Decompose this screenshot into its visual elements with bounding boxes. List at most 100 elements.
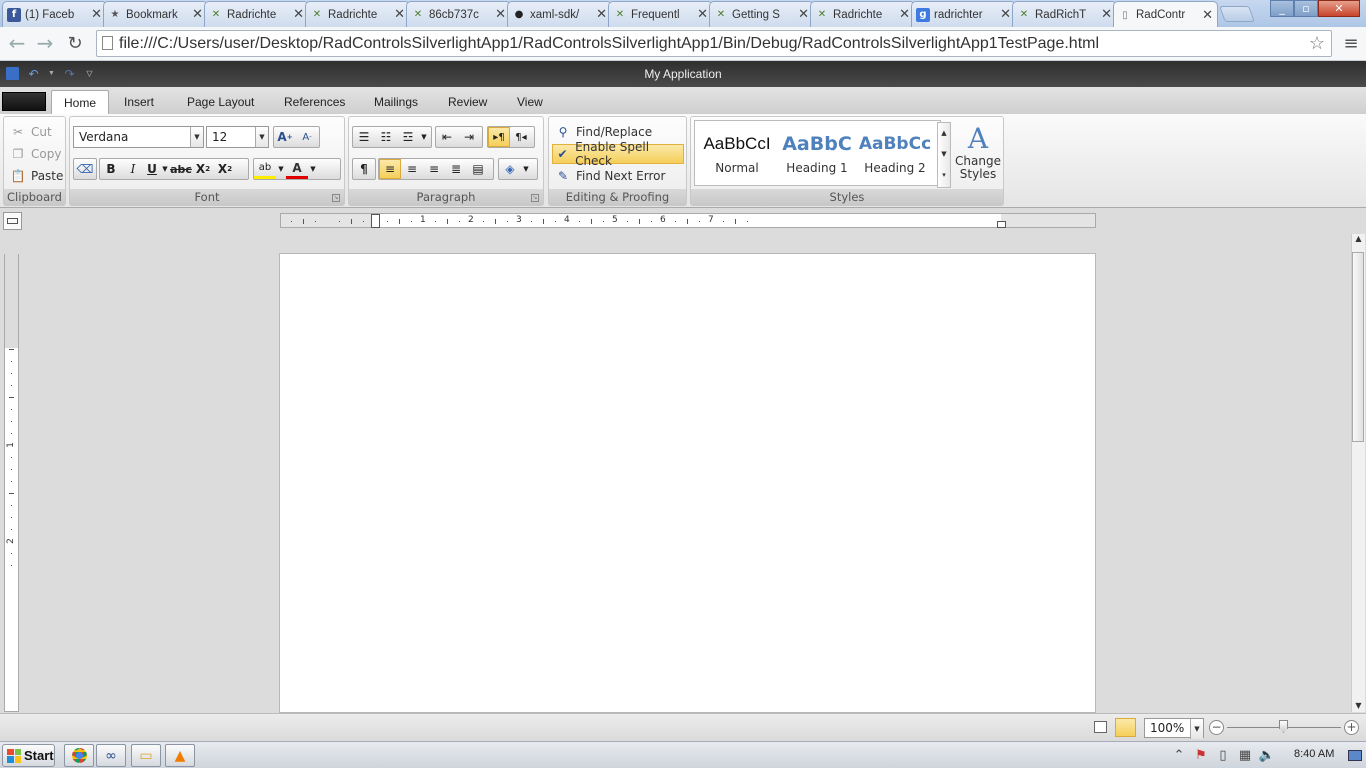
left-to-right-icon[interactable]: ▸¶ — [488, 127, 510, 147]
styles-scroll[interactable]: ▲ ▼ ▾ — [937, 122, 951, 188]
reload-icon[interactable]: ↻ — [64, 32, 86, 54]
folder-icon[interactable]: ▭ — [131, 744, 161, 767]
pilcrow-icon[interactable]: ¶ — [353, 159, 375, 179]
tab-home[interactable]: Home — [51, 90, 110, 114]
forward-icon[interactable]: → — [34, 31, 56, 55]
close-tab-icon[interactable]: ✕ — [192, 7, 203, 22]
web-layout-icon[interactable] — [1094, 721, 1107, 733]
minimize-button[interactable]: _ — [1270, 0, 1294, 17]
device-icon[interactable]: ▯ — [1212, 748, 1234, 763]
list-dropdown-icon[interactable]: ▼ — [419, 127, 429, 147]
numbering-icon[interactable]: ☷ — [375, 127, 397, 147]
new-tab-button[interactable] — [1219, 6, 1255, 22]
bold-icon[interactable]: B — [100, 159, 122, 179]
font-color-dropdown-icon[interactable]: ▼ — [308, 159, 318, 179]
browser-tab[interactable]: ▯ RadContr ✕ — [1113, 1, 1218, 28]
zoom-combo[interactable]: 100% ▼ — [1144, 718, 1204, 739]
style-heading-2[interactable]: AaBbCc Heading 2 — [855, 129, 935, 187]
customize-toolbar-icon[interactable]: ▽ — [82, 66, 97, 81]
show-hidden-icons-icon[interactable]: ⌃ — [1168, 748, 1190, 763]
close-tab-icon[interactable]: ✕ — [91, 7, 102, 22]
increase-indent-icon[interactable]: ⇥ — [458, 127, 480, 147]
paste-button[interactable]: 📋 Paste — [10, 166, 64, 186]
undo-dropdown-icon[interactable]: ▼ — [44, 66, 59, 81]
shrink-font-icon[interactable]: A- — [296, 127, 318, 147]
tab-insert[interactable]: Insert — [112, 90, 166, 114]
close-tab-icon[interactable]: ✕ — [596, 7, 607, 22]
grow-font-icon[interactable]: A + — [274, 127, 296, 147]
browser-tab[interactable]: ✕ Radrichte ✕ — [204, 1, 309, 27]
decrease-indent-icon[interactable]: ⇤ — [436, 127, 458, 147]
close-tab-icon[interactable]: ✕ — [798, 7, 809, 22]
highlight-dropdown-icon[interactable]: ▼ — [276, 159, 286, 179]
cut-button[interactable]: ✂ Cut — [10, 122, 52, 142]
highlight-icon[interactable]: ab — [254, 159, 276, 179]
document-page[interactable] — [279, 253, 1096, 713]
shading-dropdown-icon[interactable]: ▼ — [521, 159, 531, 179]
chevron-down-icon[interactable]: ▼ — [1190, 719, 1203, 739]
action-center-icon[interactable]: ⚑ — [1190, 748, 1212, 763]
maximize-button[interactable]: ▫ — [1294, 0, 1318, 17]
italic-icon[interactable]: I — [122, 159, 144, 179]
bullets-icon[interactable]: ☰ — [353, 127, 375, 147]
multilevel-list-icon[interactable]: ☲ — [397, 127, 419, 147]
ruler-toggle-button[interactable] — [3, 212, 22, 230]
zoom-out-icon[interactable]: − — [1209, 720, 1224, 735]
font-color-icon[interactable]: A — [286, 159, 308, 179]
zoom-in-icon[interactable]: + — [1344, 720, 1359, 735]
close-tab-icon[interactable]: ✕ — [1202, 8, 1213, 23]
strikethrough-icon[interactable]: abc — [170, 159, 192, 179]
tab-references[interactable]: References — [272, 90, 357, 114]
right-indent-marker[interactable] — [997, 221, 1006, 228]
indent-marker[interactable] — [371, 214, 380, 228]
tab-view[interactable]: View — [505, 90, 555, 114]
browser-tab[interactable]: ★ Bookmark ✕ — [103, 1, 208, 27]
bookmark-star-icon[interactable]: ☆ — [1309, 33, 1325, 54]
style-normal[interactable]: AaBbCcI Normal — [697, 129, 777, 187]
align-left-icon[interactable]: ≡ — [379, 159, 401, 179]
close-tab-icon[interactable]: ✕ — [1101, 7, 1112, 22]
close-tab-icon[interactable]: ✕ — [293, 7, 304, 22]
close-tab-icon[interactable]: ✕ — [495, 7, 506, 22]
underline-icon[interactable]: U — [144, 159, 160, 179]
clear-formatting-icon[interactable]: ⌫ — [74, 159, 96, 179]
application-menu-button[interactable] — [2, 92, 46, 111]
browser-tab[interactable]: ✕ RadRichT ✕ — [1012, 1, 1117, 27]
font-family-combo[interactable]: Verdana ▼ — [73, 126, 204, 148]
enable-spell-check-button[interactable]: ✔ Enable Spell Check — [552, 140, 684, 168]
browser-tab[interactable]: ✕ 86cb737c ✕ — [406, 1, 511, 27]
browser-tab[interactable]: g radrichter ✕ — [911, 1, 1016, 27]
find-next-error-button[interactable]: ✎ Find Next Error — [553, 166, 665, 186]
close-tab-icon[interactable]: ✕ — [394, 7, 405, 22]
change-styles-button[interactable]: A Change Styles — [955, 123, 1001, 185]
browser-tab[interactable]: ✕ Getting S ✕ — [709, 1, 814, 27]
underline-dropdown-icon[interactable]: ▼ — [160, 159, 170, 179]
show-desktop-icon[interactable] — [1348, 750, 1362, 761]
paragraph-dialog-launcher-icon[interactable]: ↘ — [531, 194, 539, 202]
font-size-combo[interactable]: 12 ▼ — [206, 126, 269, 148]
tab-mailings[interactable]: Mailings — [362, 90, 430, 114]
browser-tab[interactable]: ✕ Radrichte ✕ — [305, 1, 410, 27]
network-icon[interactable]: ▦ — [1234, 748, 1256, 763]
save-icon[interactable] — [6, 67, 19, 80]
infinity-app-icon[interactable]: ∞ — [96, 744, 126, 767]
align-right-icon[interactable]: ≡ — [423, 159, 445, 179]
close-tab-icon[interactable]: ✕ — [697, 7, 708, 22]
tab-review[interactable]: Review — [436, 90, 499, 114]
tab-page-layout[interactable]: Page Layout — [175, 90, 266, 114]
vlc-icon[interactable]: ▲ — [165, 744, 195, 767]
close-window-button[interactable]: ✕ — [1318, 0, 1360, 17]
browser-tab[interactable]: ✕ Radrichte ✕ — [810, 1, 915, 27]
scrollbar-thumb[interactable] — [1352, 252, 1364, 442]
clock[interactable]: 8:40 AM — [1294, 748, 1334, 760]
justify-icon[interactable]: ≣ — [445, 159, 467, 179]
menu-icon[interactable]: ≡ — [1340, 32, 1362, 54]
copy-button[interactable]: ❐ Copy — [10, 144, 62, 164]
close-tab-icon[interactable]: ✕ — [1000, 7, 1011, 22]
align-center-icon[interactable]: ≡ — [401, 159, 423, 179]
redo-icon[interactable]: ↷ — [62, 66, 77, 81]
chrome-icon[interactable] — [64, 744, 94, 767]
chevron-down-icon[interactable]: ▼ — [190, 127, 203, 147]
find-replace-button[interactable]: ⚲ Find/Replace — [553, 122, 653, 142]
chevron-down-icon[interactable]: ▼ — [255, 127, 268, 147]
